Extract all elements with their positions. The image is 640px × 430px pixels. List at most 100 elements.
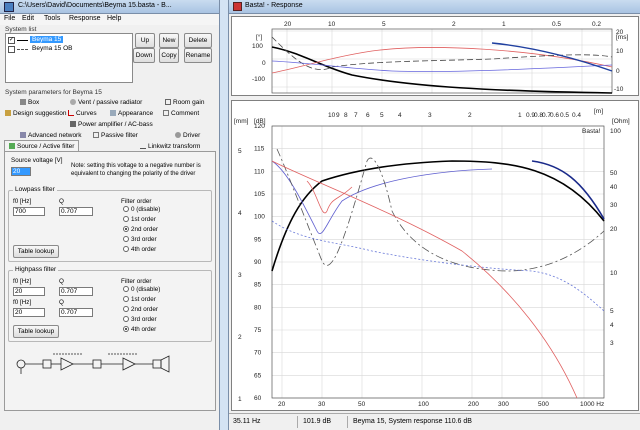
highpass-q-input-2[interactable]: 0.707 [59, 308, 93, 317]
delay-tick-right: 20 [616, 29, 624, 36]
lowpass-order-2[interactable]: 2nd order [123, 226, 158, 233]
db-tick-label: 110 [254, 168, 265, 175]
lowpass-order-title: Filter order [121, 198, 152, 205]
highpass-order-4[interactable]: 4th order [123, 326, 156, 333]
highpass-filter-group: Highpass filter f0 [Hz] Q 20 0.707 f0 [H… [8, 266, 212, 342]
highpass-f0-input-1[interactable]: 20 [13, 287, 45, 296]
tab-curves[interactable]: Curves [68, 110, 97, 117]
lowpass-f0-input[interactable]: 700 [13, 207, 45, 216]
radio-button [123, 296, 129, 302]
lowpass-order-1[interactable]: 1st order [123, 216, 156, 223]
lowpass-q-input[interactable]: 0.707 [59, 207, 93, 216]
highpass-q-input-1[interactable]: 0.707 [59, 287, 93, 296]
response-title-bar[interactable]: Basta! - Response [229, 0, 640, 14]
frequency-tick-label: 50 [358, 401, 366, 408]
spl-plot-svg: [mm] [dB] [Ohm] [m] Basta! 1201151101051… [234, 108, 630, 408]
params-label: System parameters for Beyma 15 [5, 89, 102, 96]
list-item[interactable]: Beyma 15 OB [8, 45, 130, 54]
highpass-table-lookup-button[interactable]: Table lookup [13, 325, 59, 338]
highpass-title: Highpass filter [13, 266, 59, 273]
distance-tick-label: 8 [344, 112, 348, 119]
pencil-icon [5, 110, 11, 116]
source-active-filter-panel: Source voltage [V] 20 Note: setting this… [4, 151, 216, 411]
db-tick-label: 90 [254, 259, 262, 266]
box-icon [20, 99, 26, 105]
menu-file[interactable]: File [4, 15, 15, 22]
appearance-icon [110, 110, 116, 116]
up-button[interactable]: Up [135, 33, 155, 48]
frequency-tick-label: 100 [418, 401, 429, 408]
list-item[interactable]: ✓ Beyma 15 [8, 36, 130, 45]
line-swatch [17, 40, 28, 41]
highpass-q-label: Q [59, 278, 64, 285]
mm-unit: [mm] [234, 118, 249, 125]
source-voltage-label: Source voltage [V] [11, 157, 63, 164]
phase-curve-blue [271, 60, 613, 72]
highpass-order-2[interactable]: 2nd order [123, 306, 158, 313]
response-window: Basta! - Response [°] [ms] 100 0 -100 20… [228, 0, 640, 430]
menu-edit[interactable]: Edit [22, 15, 34, 22]
phase-top-tick: 5 [382, 21, 386, 28]
tab-power-amplifier[interactable]: Power amplifier / AC-bass [70, 121, 153, 128]
meter-unit: [m] [594, 108, 603, 115]
new-button[interactable]: New [159, 33, 179, 48]
db-tick-label: 105 [254, 191, 265, 198]
lowpass-table-lookup-button[interactable]: Table lookup [13, 245, 59, 258]
rename-button[interactable]: Rename [184, 48, 212, 63]
tab-room-gain[interactable]: Room gain [165, 99, 204, 106]
phase-top-tick: 20 [284, 21, 292, 28]
tab-vent[interactable]: Vent / passive radiator [70, 99, 142, 106]
frequency-tick-label: 300 [498, 401, 509, 408]
tab-driver[interactable]: Driver [175, 132, 200, 139]
delete-button[interactable]: Delete [184, 33, 212, 48]
highpass-order-3[interactable]: 3rd order [123, 316, 157, 323]
db-tick-label: 85 [254, 282, 262, 289]
tab-comment[interactable]: Comment [163, 110, 199, 117]
delay-tick-right: 0 [616, 68, 620, 75]
tab-design-suggestion[interactable]: Design suggestion [5, 110, 66, 117]
copy-button[interactable]: Copy [159, 48, 179, 63]
distance-tick-label: 7 [354, 112, 358, 119]
tab-advanced-network[interactable]: Advanced network [20, 132, 81, 139]
status-message: Beyma 15, System response 110.6 dB [353, 418, 472, 425]
db-tick-label: 65 [254, 372, 262, 379]
radio-button [123, 236, 129, 242]
system-list[interactable]: ✓ Beyma 15 Beyma 15 OB [5, 33, 133, 83]
spl-plot[interactable]: [mm] [dB] [Ohm] [m] Basta! 120 115 110 105 1… [231, 100, 639, 411]
basta-icon [233, 2, 242, 11]
checkbox[interactable]: ✓ [8, 37, 15, 44]
lowpass-order-3[interactable]: 3rd order [123, 236, 157, 243]
checkbox[interactable] [8, 46, 15, 53]
status-bar: 35.11 Hz 101.9 dB Beyma 15, System respo… [229, 413, 640, 430]
highpass-order-0[interactable]: 0 (disable) [123, 286, 160, 293]
mm-tick-label: 5 [238, 148, 242, 155]
tab-appearance[interactable]: Appearance [110, 110, 153, 117]
menu-response[interactable]: Response [69, 15, 101, 22]
ohm-tick-label: 20 [610, 226, 618, 233]
tab-linkwitz-transform[interactable]: Linkwitz transform [140, 143, 200, 150]
red-excursion-curve [306, 180, 353, 214]
db-tick-label: 75 [254, 327, 262, 334]
menu-tools[interactable]: Tools [44, 15, 60, 22]
source-voltage-input[interactable]: 20 [11, 167, 31, 176]
db-tick-label: 100 [254, 214, 265, 221]
menu-bar: File Edit Tools Response Help [0, 14, 219, 25]
phase-plot[interactable]: [°] [ms] 100 0 -100 20 10 0 -10 20 10 5 … [231, 16, 639, 96]
mm-tick-label: 4 [238, 210, 242, 217]
tab-passive-filter[interactable]: Passive filter [93, 132, 138, 139]
delay-tick-right: -10 [614, 86, 624, 93]
radio-button [123, 246, 129, 252]
menu-help[interactable]: Help [107, 15, 121, 22]
system-window: C:\Users\David\Documents\Beyma 15.basta … [0, 0, 220, 430]
lowpass-order-0[interactable]: 0 (disable) [123, 206, 160, 213]
title-bar[interactable]: C:\Users\David\Documents\Beyma 15.basta … [0, 0, 219, 14]
curves-icon [68, 110, 74, 116]
linkwitz-icon [140, 143, 146, 149]
system-list-label: System list [5, 26, 37, 33]
highpass-f0-input-2[interactable]: 20 [13, 308, 45, 317]
highpass-order-1[interactable]: 1st order [123, 296, 156, 303]
down-button[interactable]: Down [133, 48, 155, 63]
distance-tick-label: 4 [398, 112, 402, 119]
tab-box[interactable]: Box [20, 99, 39, 106]
lowpass-order-4[interactable]: 4th order [123, 246, 156, 253]
